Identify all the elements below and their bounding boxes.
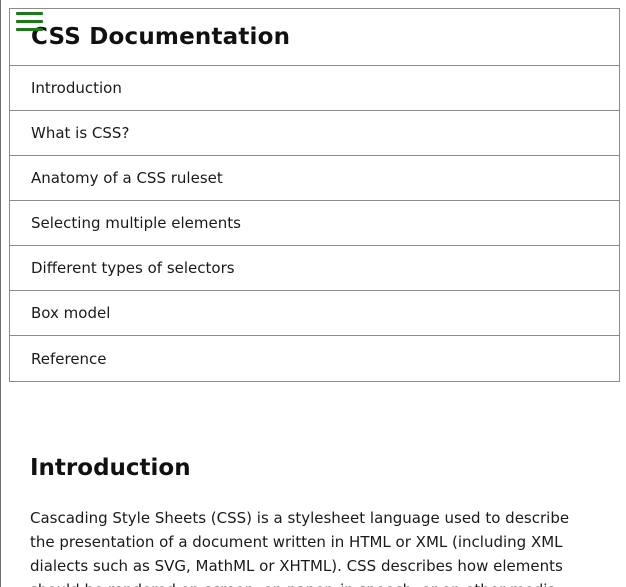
nav-link-different-types-of-selectors[interactable]: Different types of selectors — [10, 246, 619, 291]
section-heading: Introduction — [30, 455, 191, 481]
section-introduction: Introduction Cascading Style Sheets (CSS… — [30, 455, 590, 587]
navbar-title: CSS Documentation — [31, 24, 291, 50]
nav-link-selecting-multiple-elements[interactable]: Selecting multiple elements — [10, 201, 619, 246]
hamburger-menu-icon[interactable] — [16, 12, 43, 34]
menu-bar-middle — [16, 20, 43, 23]
section-paragraph: Cascading Style Sheets (CSS) is a styles… — [30, 509, 570, 587]
nav-link-what-is-css[interactable]: What is CSS? — [10, 111, 619, 156]
nav-link-box-model[interactable]: Box model — [10, 291, 619, 336]
nav-link-introduction[interactable]: Introduction — [10, 66, 619, 111]
nav-link-anatomy-of-a-css-ruleset[interactable]: Anatomy of a CSS ruleset — [10, 156, 619, 201]
navbar: CSS Documentation Introduction What is C… — [9, 8, 620, 382]
main-content: Introduction Cascading Style Sheets (CSS… — [30, 455, 590, 587]
page: CSS Documentation Introduction What is C… — [0, 0, 626, 587]
navbar-header: CSS Documentation — [10, 9, 619, 66]
menu-bar-top — [16, 12, 43, 15]
menu-bar-bottom — [16, 28, 43, 31]
nav-link-reference[interactable]: Reference — [10, 336, 619, 381]
